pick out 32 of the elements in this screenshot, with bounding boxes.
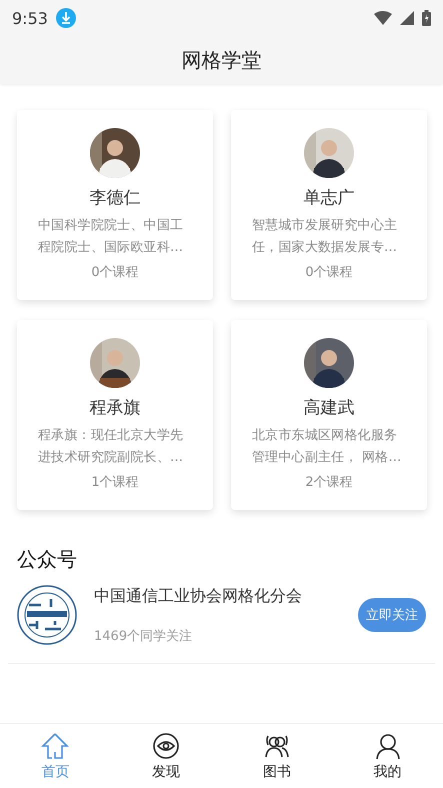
home-icon <box>41 732 70 760</box>
expert-card[interactable]: 程承旗 程承旗：现任北京大学先进技术研究院副院长、… 1个课程 <box>17 320 213 510</box>
expert-card[interactable]: 李德仁 中国科学院院士、中国工程院院士、国际欧亚科… 0个课程 <box>17 110 213 300</box>
expert-name: 李德仁 <box>90 187 140 209</box>
course-count: 0个课程 <box>91 264 139 281</box>
eye-icon <box>152 732 180 760</box>
emblem-icon <box>17 585 77 645</box>
follower-count: 1469个同学关注 <box>94 628 194 644</box>
status-time: 9:53 <box>12 8 48 28</box>
app-title: 网格学堂 <box>182 46 262 74</box>
battery-icon <box>422 10 431 26</box>
expert-description: 中国科学院院士、中国工程院院士、国际欧亚科… <box>38 217 184 257</box>
tab-item[interactable]: 图书 <box>222 724 332 788</box>
expert-name: 程承旗 <box>90 397 140 419</box>
expert-name: 单志广 <box>304 187 354 209</box>
account-name: 中国通信工业协会网格化分会 <box>94 586 303 606</box>
expert-card[interactable]: 单志广 智慧城市发展研究中心主任，国家大数据发展专… 0个课程 <box>231 110 427 300</box>
expert-description: 北京市东城区网格化服务管理中心副主任， 网格… <box>252 427 403 467</box>
expert-card[interactable]: 高建武 北京市东城区网格化服务管理中心副主任， 网格… 2个课程 <box>231 320 427 510</box>
expert-name: 高建武 <box>304 397 354 419</box>
signal-icon <box>400 11 414 25</box>
tab-item[interactable]: 我的 <box>332 724 443 788</box>
section-title: 公众号 <box>17 546 77 573</box>
expert-description: 程承旗：现任北京大学先进技术研究院副院长、… <box>38 427 184 467</box>
person-icon <box>374 732 402 760</box>
course-count: 0个课程 <box>305 264 353 281</box>
download-icon <box>56 8 76 28</box>
course-count: 2个课程 <box>305 474 353 491</box>
expert-description: 智慧城市发展研究中心主任，国家大数据发展专… <box>252 217 398 257</box>
course-count: 1个课程 <box>91 474 139 491</box>
wifi-icon <box>374 11 392 25</box>
tab-item[interactable]: 发现 <box>110 724 222 788</box>
